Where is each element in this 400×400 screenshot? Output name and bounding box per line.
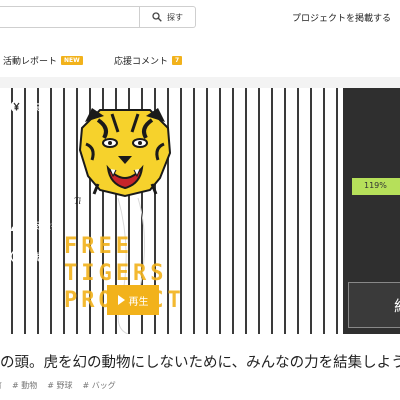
search-bar: 探す <box>0 6 196 28</box>
person-icon <box>10 218 23 231</box>
support-project-button[interactable] <box>348 282 400 328</box>
clock-icon <box>10 250 23 263</box>
play-button[interactable]: 再生 <box>107 285 159 315</box>
tag-category[interactable]: 育 <box>0 380 2 391</box>
supporters-row: 支援者 <box>10 217 61 232</box>
post-project-link[interactable]: プロジェクトを掲載する <box>292 11 391 24</box>
remaining-time-row: 残り <box>10 249 51 264</box>
play-icon <box>117 295 125 305</box>
project-hero-video[interactable]: Ti FREE TIGERS PROJECT 再生 <box>0 88 343 334</box>
project-page: 探す プロジェクトを掲載する 活動レポート NEW 応援コメント 7 Ti FR… <box>0 0 400 400</box>
tag-list: 育 # 動物 # 野球 # バッグ <box>0 380 116 391</box>
tab-label: 活動レポート <box>3 57 58 67</box>
project-title: の頭。虎を幻の動物にしないために、みんなの力を結集しよう <box>0 355 400 371</box>
play-label: 再生 <box>128 296 149 308</box>
money-raised-label: 集ま <box>31 103 51 114</box>
search-button-label: 探す <box>167 12 183 22</box>
tab-support-comments[interactable]: 応援コメント 7 <box>114 54 183 67</box>
new-badge: NEW <box>61 56 83 65</box>
search-button[interactable]: 探す <box>140 7 195 27</box>
logo-line-2: TIGERS <box>64 261 167 286</box>
tag-baseball[interactable]: # 野球 <box>47 380 72 391</box>
search-input[interactable] <box>0 7 138 27</box>
tag-animals[interactable]: # 動物 <box>12 380 37 391</box>
yen-icon <box>10 100 23 113</box>
support-button-label: 紀 <box>394 295 400 316</box>
tiger-head-illustration <box>78 108 172 198</box>
tab-divider-strip <box>0 77 400 88</box>
tab-activity-report[interactable]: 活動レポート NEW <box>3 54 83 67</box>
remaining-label: 残り <box>31 253 51 264</box>
svg-text:Ti: Ti <box>74 196 82 206</box>
search-icon <box>152 12 162 22</box>
money-raised-row: 集ま <box>10 99 51 114</box>
supporters-label: 支援者 <box>31 221 61 232</box>
progress-percent: 119% <box>364 181 387 190</box>
logo-line-1: FREE <box>64 234 133 259</box>
comment-count-badge: 7 <box>172 56 183 65</box>
tag-bag[interactable]: # バッグ <box>83 380 116 391</box>
tab-label: 応援コメント <box>114 57 169 67</box>
hero-artwork: Ti FREE TIGERS PROJECT <box>64 108 181 334</box>
